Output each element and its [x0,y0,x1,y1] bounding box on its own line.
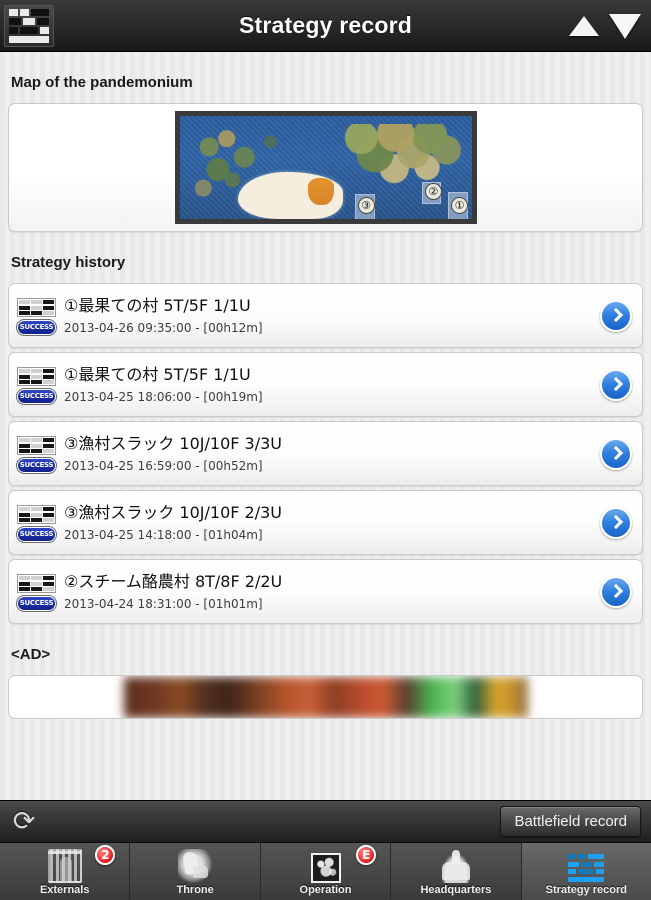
app-root: Strategy record Map of the pandemonium ③… [0,0,651,900]
app-header: Strategy record [0,0,651,52]
strategy-history-list: SUCCESS ①最果ての村 5T/5F 1/1U 2013-04-26 09:… [8,283,643,624]
list-item[interactable]: SUCCESS ①最果ての村 5T/5F 1/1U 2013-04-25 18:… [8,352,643,417]
row-text: ③漁村スラック 10J/10F 2/3U 2013-04-25 14:18:00… [60,502,600,544]
list-item-title: ③漁村スラック 10J/10F 3/3U [64,433,283,453]
tab-throne[interactable]: Throne [130,843,261,900]
map-landmass-east [334,124,472,187]
status-badge: E [356,845,377,865]
pandemonium-map[interactable]: ③ ② ① [174,111,477,224]
map-marker-3[interactable]: ③ [357,197,375,215]
list-item-title: ①最果ての村 5T/5F 1/1U [64,364,251,384]
status-badge: SUCCESS [16,319,57,336]
schedule-grid-icon [17,505,56,524]
status-badge: SUCCESS [16,595,57,612]
status-badge: SUCCESS [16,388,57,405]
ad-banner[interactable] [8,675,643,719]
battlefield-record-button[interactable]: Battlefield record [500,806,641,837]
triangle-up-icon[interactable] [569,16,599,36]
map-card[interactable]: ③ ② ① [8,103,643,232]
tab-externals[interactable]: 2 Externals [0,843,131,900]
tab-label: Externals [39,884,90,896]
row-badges: SUCCESS [16,572,60,612]
chevron-right-icon[interactable] [600,368,632,401]
schedule-grid-icon [17,574,56,593]
tab-headquarters[interactable]: Headquarters [391,843,522,900]
row-badges: SUCCESS [16,503,60,543]
schedule-grid-icon [4,4,54,47]
list-item[interactable]: SUCCESS ③漁村スラック 10J/10F 2/3U 2013-04-25 … [8,490,643,555]
list-item-subtitle: 2013-04-25 18:06:00 - [00h19m] [64,389,263,404]
chevron-right-icon[interactable] [600,575,632,608]
tab-operation[interactable]: E Operation [261,843,392,900]
row-text: ①最果ての村 5T/5F 1/1U 2013-04-25 18:06:00 - … [60,364,600,406]
chevron-right-icon[interactable] [600,506,632,539]
schedule-grid-icon [17,298,56,317]
row-text: ③漁村スラック 10J/10F 3/3U 2013-04-25 16:59:00… [60,433,600,475]
castle-icon [438,849,473,883]
list-item[interactable]: SUCCESS ③漁村スラック 10J/10F 3/3U 2013-04-25 … [8,421,643,486]
schedule-grid-icon [17,436,56,455]
list-item-subtitle: 2013-04-25 14:18:00 - [01h04m] [64,527,263,542]
tab-label: Operation [299,884,352,896]
schedule-grid-icon [568,853,605,883]
ad-banner-image [123,676,528,718]
list-item-subtitle: 2013-04-24 18:31:00 - [01h01m] [64,596,263,611]
list-item-title: ②スチーム酪農村 8T/8F 2/2U [64,571,283,591]
list-item[interactable]: SUCCESS ②スチーム酪農村 8T/8F 2/2U 2013-04-24 1… [8,559,643,624]
list-item[interactable]: SUCCESS ①最果ての村 5T/5F 1/1U 2013-04-26 09:… [8,283,643,348]
gate-icon [47,849,82,883]
tab-label: Headquarters [420,884,492,896]
schedule-grid-icon [17,367,56,386]
bottom-tabbar: 2 Externals Throne E Operation Headquart… [0,842,651,900]
list-item-subtitle: 2013-04-26 09:35:00 - [00h12m] [64,320,263,335]
refresh-icon[interactable]: ⟳ [10,807,38,836]
map-marker-2[interactable]: ② [424,182,442,200]
list-item-title: ①最果ての村 5T/5F 1/1U [64,295,251,315]
tab-label: Throne [176,884,214,896]
page-title: Strategy record [238,12,412,38]
ad-section-title: <AD> [11,646,51,663]
scroll-content[interactable]: Map of the pandemonium ③ ② ① Strategy hi… [0,52,651,800]
status-badge: 2 [95,845,116,865]
row-badges: SUCCESS [16,365,60,405]
row-text: ②スチーム酪農村 8T/8F 2/2U 2013-04-24 18:31:00 … [60,571,600,613]
map-landmass-desert [307,177,335,205]
row-text: ①最果ての村 5T/5F 1/1U 2013-04-26 09:35:00 - … [60,295,600,337]
operation-map-icon [310,853,341,883]
status-badge: SUCCESS [16,457,57,474]
header-scroll-controls [569,0,641,52]
list-item-title: ③漁村スラック 10J/10F 2/3U [64,502,283,522]
bottom-toolbar: ⟳ Battlefield record [0,800,651,842]
chevron-right-icon[interactable] [600,437,632,470]
triangle-down-icon[interactable] [609,13,641,39]
list-item-subtitle: 2013-04-25 16:59:00 - [00h52m] [64,458,263,473]
chevron-right-icon[interactable] [600,299,632,332]
row-badges: SUCCESS [16,434,60,474]
history-section-title: Strategy history [11,254,126,271]
tab-label: Strategy record [545,884,627,896]
map-section-title: Map of the pandemonium [11,74,193,91]
throne-icon [178,849,213,883]
tab-strategy-record[interactable]: Strategy record [521,843,651,900]
row-badges: SUCCESS [16,296,60,336]
status-badge: SUCCESS [16,526,57,543]
